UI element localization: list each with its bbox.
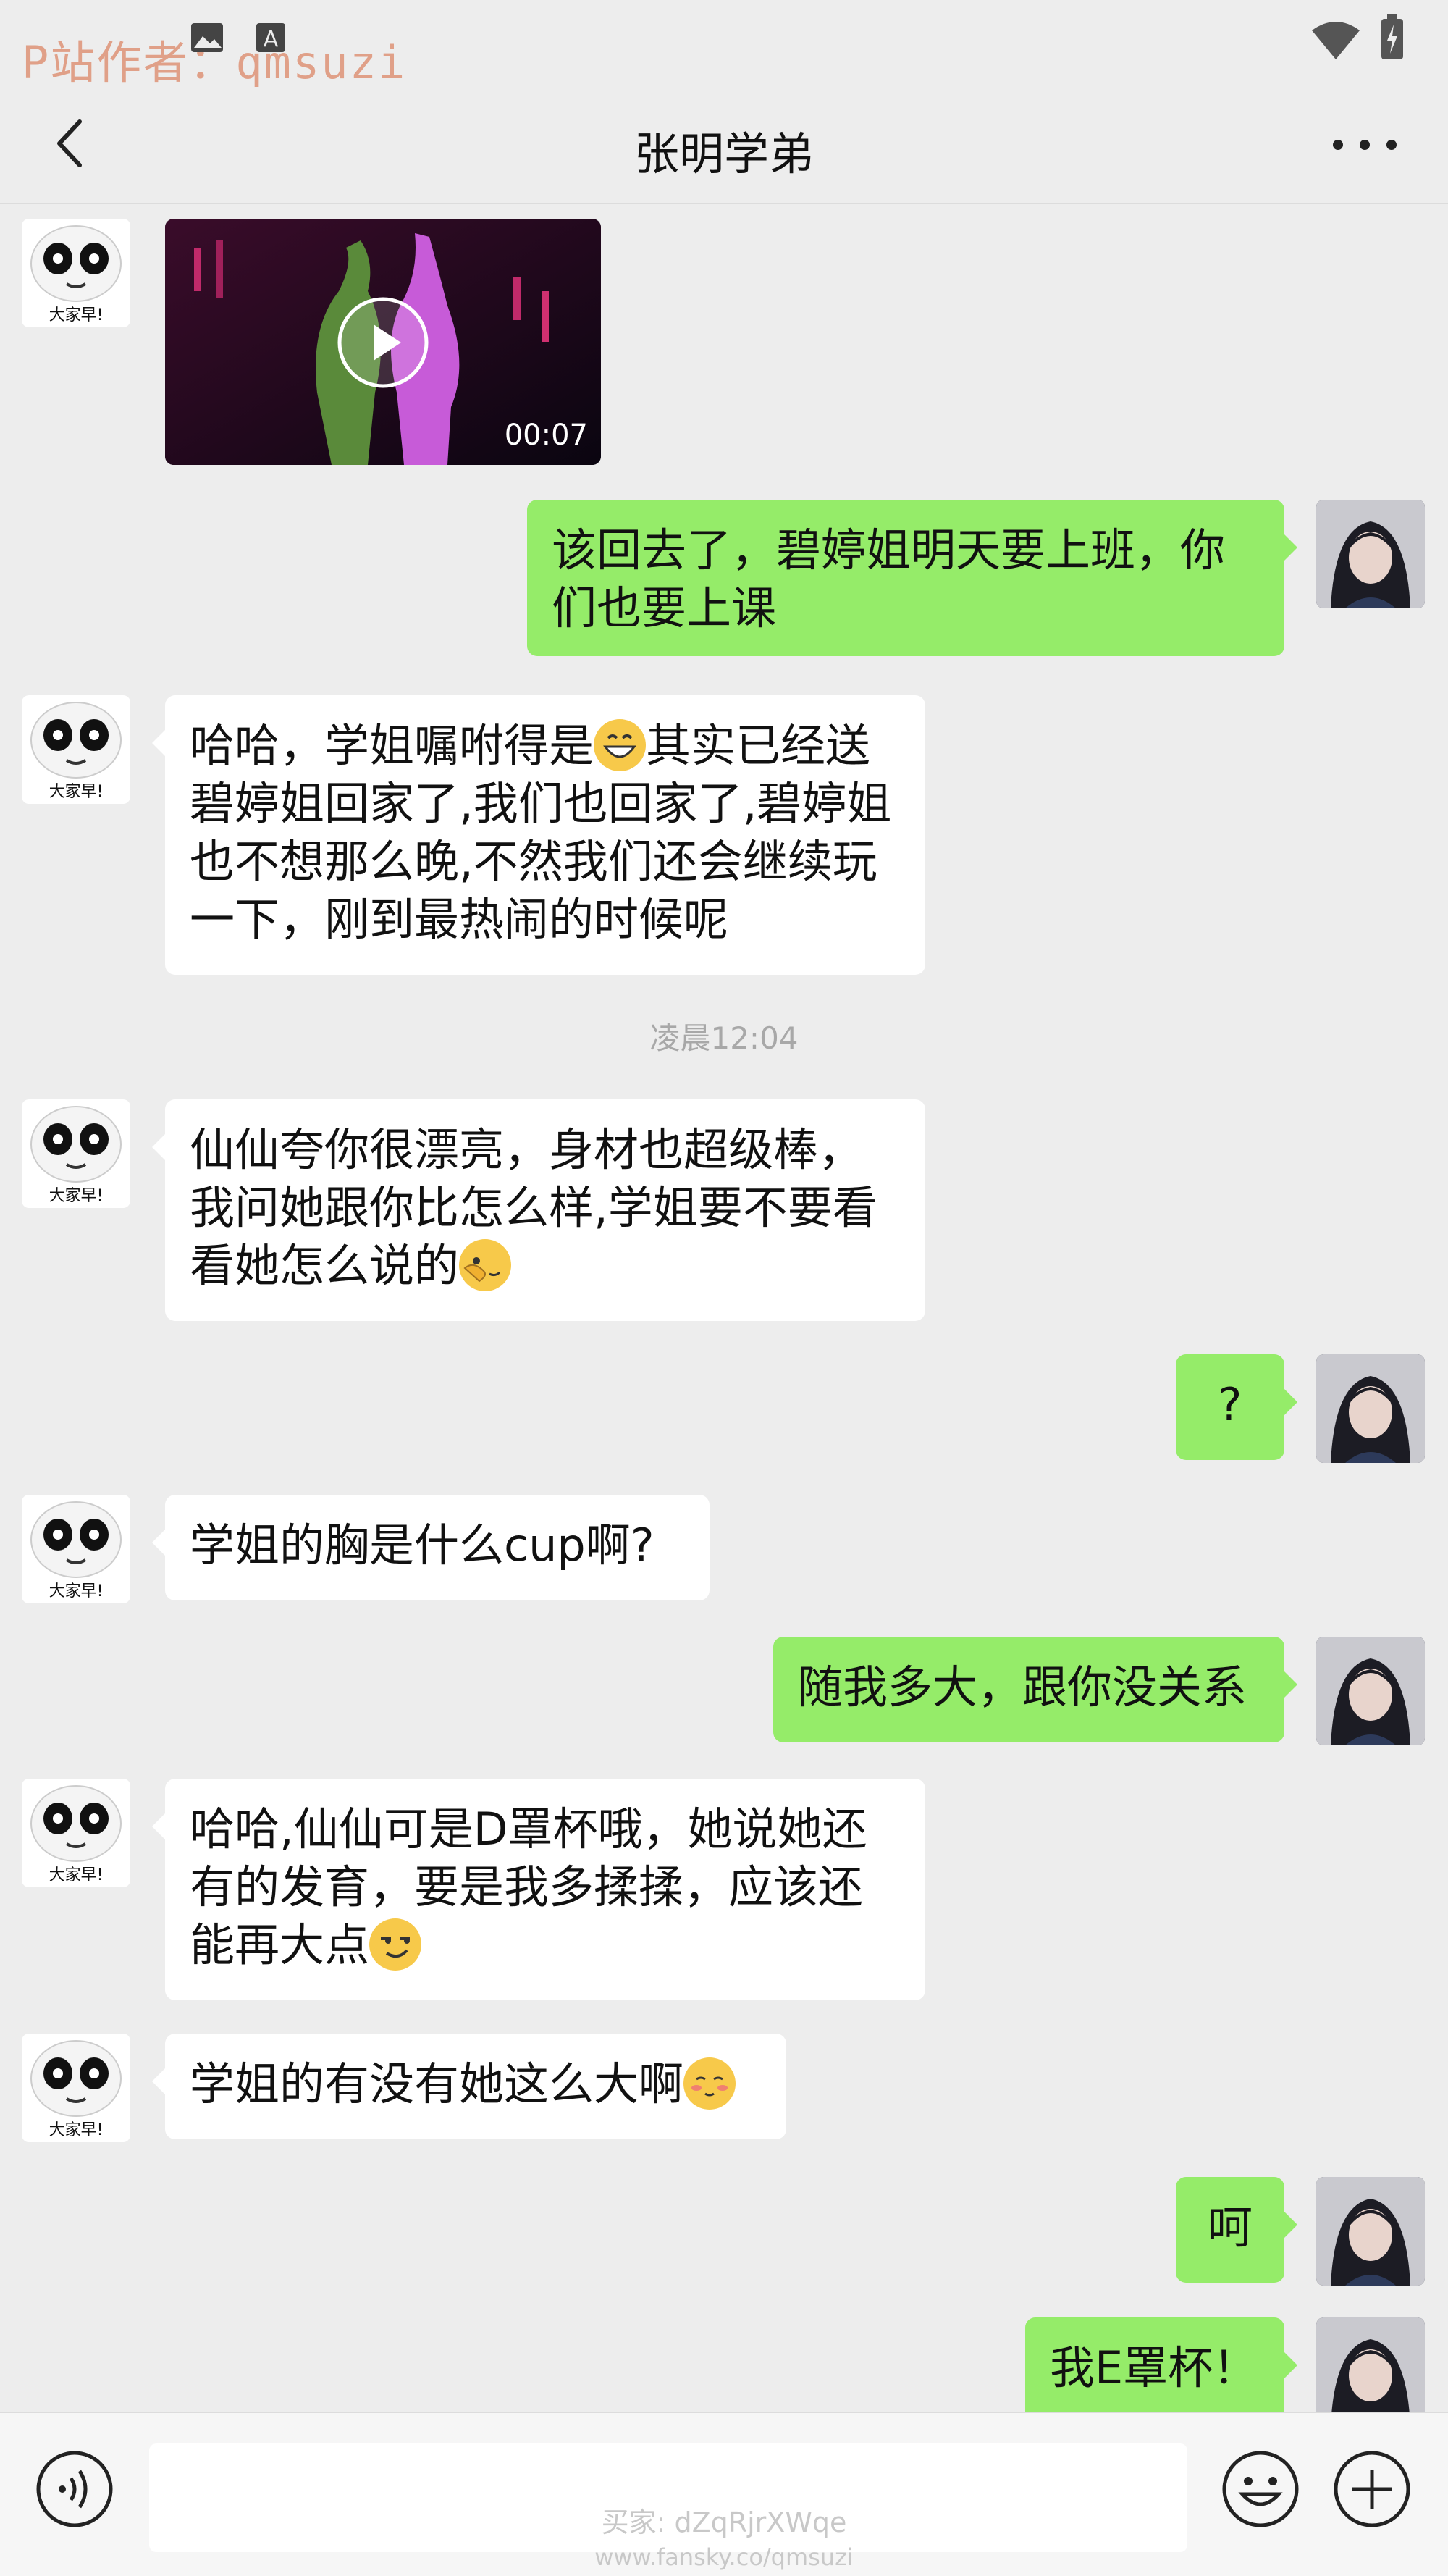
sent-message[interactable]: 呵 xyxy=(1176,2177,1297,2283)
panda-face-icon: 大家早! xyxy=(30,1501,122,1600)
message-text: 学姐的胸是什么cup啊? xyxy=(190,1519,654,1572)
message-text: ? xyxy=(1218,1378,1242,1431)
message-text: 哈哈,仙仙可是D罩杯哦，她说她还 有的发育，要是我多揉揉，应该还 能再大点 xyxy=(190,1803,867,1971)
message-text: 随我多大，跟你没关系 xyxy=(798,1661,1247,1713)
video-message[interactable]: 00:07 xyxy=(165,219,601,465)
my-avatar[interactable] xyxy=(1316,2177,1425,2286)
my-avatar[interactable] xyxy=(1316,1354,1425,1463)
sent-message[interactable]: 随我多大，跟你没关系 xyxy=(773,1637,1297,1742)
sent-message[interactable]: 该回去了，碧婷姐明天要上班，你 们也要上课 xyxy=(527,500,1297,656)
user-portrait xyxy=(1316,1637,1425,1745)
battery-icon xyxy=(1381,14,1403,59)
contact-avatar[interactable]: 大家早! xyxy=(22,1495,130,1603)
message-text: 学姐的有没有她这么大啊 xyxy=(190,2057,684,2110)
user-portrait xyxy=(1316,1354,1425,1463)
svg-text:大家早!: 大家早! xyxy=(49,1866,104,1884)
contact-avatar[interactable]: 大家早! xyxy=(22,219,130,327)
svg-text:A: A xyxy=(264,27,279,52)
svg-text:大家早!: 大家早! xyxy=(49,306,104,324)
panda-face-icon: 大家早! xyxy=(30,1785,122,1884)
contact-avatar[interactable]: 大家早! xyxy=(22,2034,130,2142)
wifi-icon xyxy=(1312,22,1360,59)
message-text: 我E罩杯！ xyxy=(1050,2341,1258,2394)
video-duration: 00:07 xyxy=(504,419,588,452)
user-portrait xyxy=(1316,2177,1425,2286)
user-portrait xyxy=(1316,500,1425,608)
received-message[interactable]: 学姐的有没有她这么大啊 xyxy=(152,2034,786,2139)
svg-text:大家早!: 大家早! xyxy=(49,1582,104,1600)
image-notification-icon xyxy=(191,23,223,52)
panda-face-icon: 大家早! xyxy=(30,2040,122,2139)
contact-avatar[interactable]: 大家早! xyxy=(22,695,130,804)
svg-text:大家早!: 大家早! xyxy=(49,1187,104,1205)
user-portrait xyxy=(1316,2317,1425,2412)
svg-text:大家早!: 大家早! xyxy=(49,783,104,801)
panda-face-icon: 大家早! xyxy=(30,1106,122,1205)
my-avatar[interactable] xyxy=(1316,2317,1425,2412)
sent-message[interactable]: 我E罩杯！ xyxy=(1025,2317,1297,2412)
received-message[interactable]: 仙仙夸你很漂亮，身材也超级棒， 我问她跟你比怎么样,学姐要不要看 看她怎么说的 xyxy=(152,1099,925,1321)
message-text: 哈哈，学姐嘱咐得是 xyxy=(190,719,594,772)
message-text: 该回去了，碧婷姐明天要上班，你 们也要上课 xyxy=(552,524,1226,634)
a-notification-icon: A xyxy=(256,23,285,52)
message-list[interactable]: 大家早! 00:07 该回去了，碧婷姐明天要上班，你 们也要上课 大家早! 哈哈… xyxy=(0,204,1448,2412)
my-avatar[interactable] xyxy=(1316,500,1425,608)
message-text: 仙仙夸你很漂亮，身材也超级棒， 我问她跟你比怎么样,学姐要不要看 看她怎么说的 xyxy=(190,1123,877,1292)
contact-avatar[interactable]: 大家早! xyxy=(22,1779,130,1887)
chat-title: 张明学弟 xyxy=(634,127,814,180)
my-avatar[interactable] xyxy=(1316,1637,1425,1745)
blush-emoji-icon xyxy=(683,2057,736,2110)
contact-avatar[interactable]: 大家早! xyxy=(22,1099,130,1208)
sent-message[interactable]: ? xyxy=(1176,1354,1297,1460)
received-message[interactable]: 哈哈,仙仙可是D罩杯哦，她说她还 有的发育，要是我多揉揉，应该还 能再大点 xyxy=(152,1779,925,2000)
svg-text:大家早!: 大家早! xyxy=(49,2121,104,2139)
status-bar: P站作者：qmsuzi A xyxy=(0,0,1448,89)
more-icon[interactable] xyxy=(1325,116,1405,174)
message-text: 呵 xyxy=(1207,2201,1253,2254)
cover-face-emoji-icon xyxy=(459,1239,512,1291)
chat-header: 张明学弟 xyxy=(0,87,1448,204)
received-message[interactable]: 哈哈，学姐嘱咐得是 其实已经送 碧婷姐回家了,我们也回家了,碧婷姐 也不想那么晚,… xyxy=(152,695,925,975)
grin-emoji-icon xyxy=(594,719,647,771)
play-icon[interactable] xyxy=(336,295,430,390)
timestamp: 凌晨12:04 xyxy=(649,1020,799,1056)
panda-face-icon: 大家早! xyxy=(30,702,122,801)
input-bar: 买家: dZqRjrXWqe www.fansky.co/qmsuzi xyxy=(0,2412,1448,2576)
url-watermark: www.fansky.co/qmsuzi xyxy=(594,2543,854,2571)
smirk-emoji-icon xyxy=(369,1918,422,1971)
panda-face-icon: 大家早! xyxy=(30,225,122,324)
buyer-watermark: 买家: dZqRjrXWqe xyxy=(601,2506,847,2538)
received-message[interactable]: 学姐的胸是什么cup啊? xyxy=(152,1495,710,1600)
